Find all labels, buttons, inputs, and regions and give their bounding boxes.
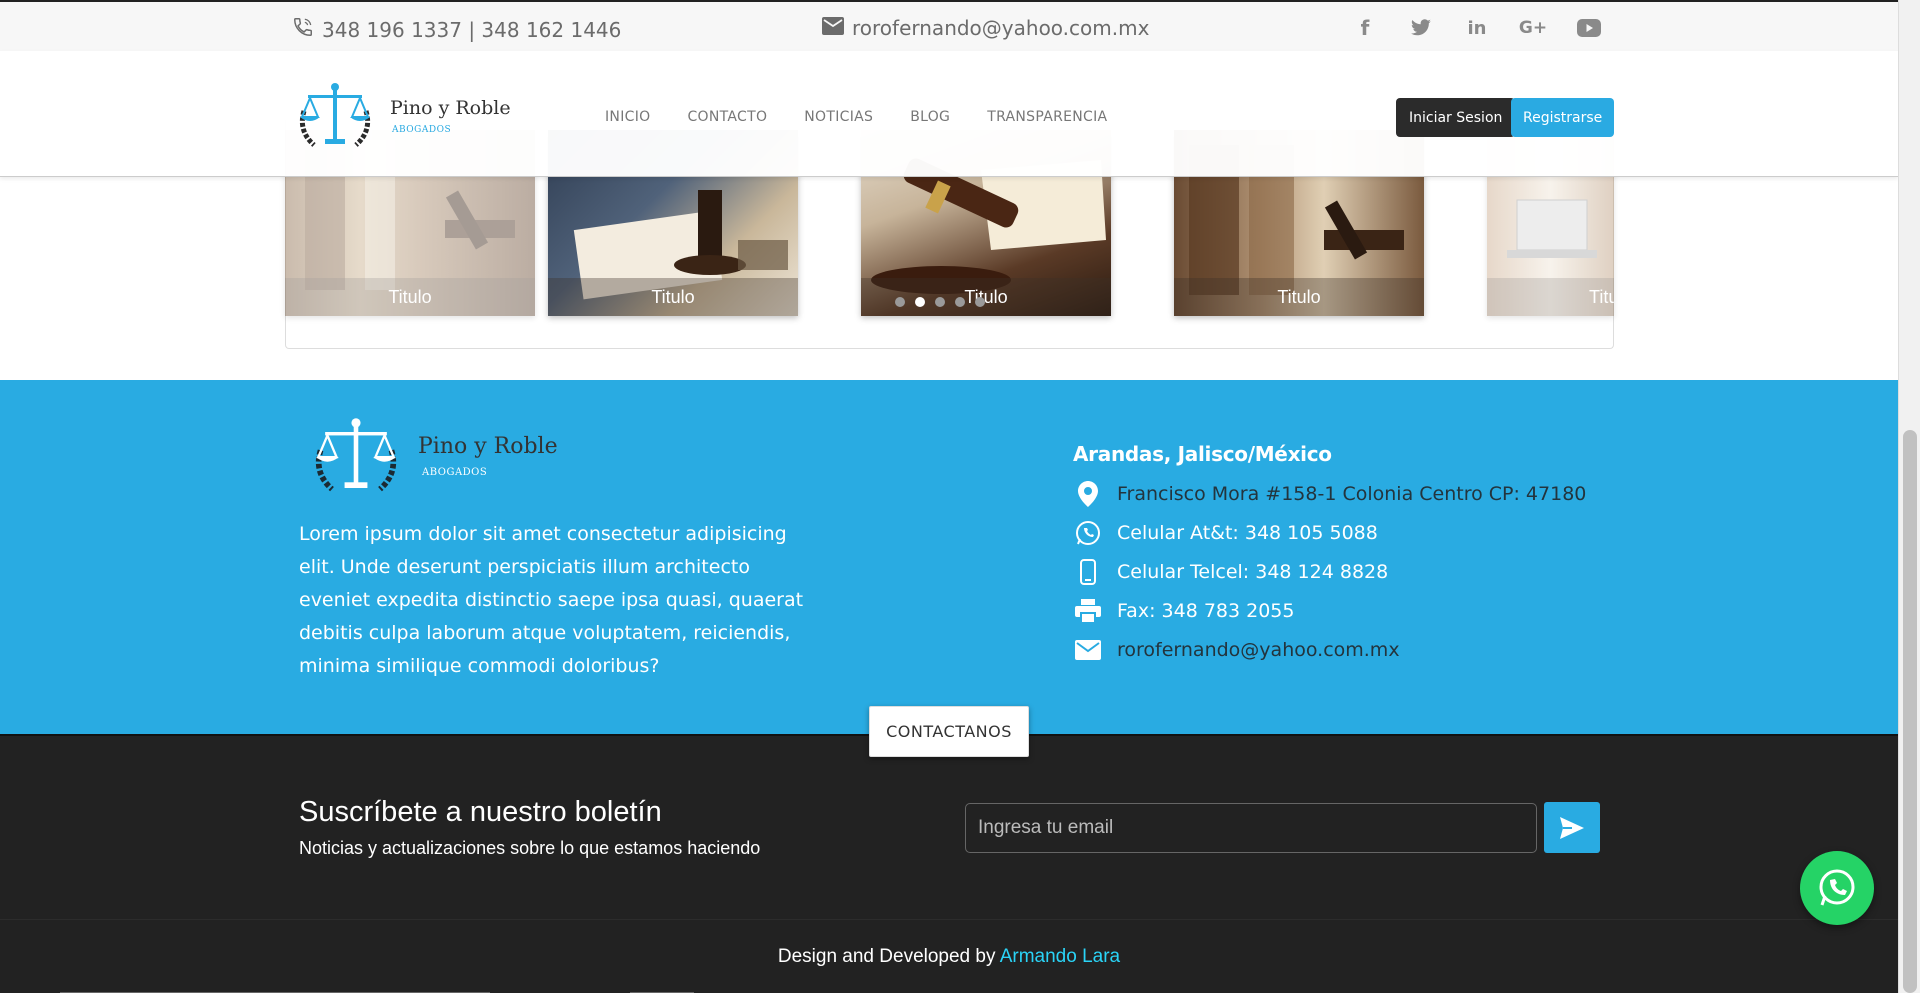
scales-of-justice-icon [299,83,371,147]
carousel-dot[interactable] [975,297,985,307]
telcel-phone: Celular Telcel: 348 124 8828 [1117,560,1389,583]
slide-title: Titulo [548,278,798,316]
phone-info: 348 196 1337 | 348 162 1446 [292,16,621,43]
newsletter-subtitle: Noticias y actualizaciones sobre lo que … [299,838,761,858]
telcel-row: Celular Telcel: 348 124 8828 [1073,552,1586,591]
carousel-dot-active[interactable] [915,297,925,307]
send-icon [1560,816,1584,839]
map-pin-icon [1073,479,1103,509]
vertical-scrollbar[interactable] [1898,0,1920,993]
about-text: Lorem ipsum dolor sit amet consectetur a… [299,523,804,677]
fax-number: Fax: 348 783 2055 [1117,599,1295,622]
carousel-dot[interactable] [935,297,945,307]
printer-icon [1073,596,1103,626]
footer-brand-name: Pino y Roble [418,434,558,459]
newsletter-section: Suscríbete a nuestro boletín Noticias y … [0,734,1898,993]
att-phone: Celular At&t: 348 105 5088 [1117,521,1378,544]
att-row: Celular At&t: 348 105 5088 [1073,513,1586,552]
nav-transparencia[interactable]: TRANSPARENCIA [987,109,1107,125]
nav-noticias[interactable]: NOTICIAS [804,109,873,125]
brand-subtitle: ABOGADOS [392,125,452,135]
mobile-phone-icon [1073,557,1103,587]
youtube-icon[interactable] [1574,14,1604,42]
email-row: rorofernando@yahoo.com.mx [1073,630,1586,669]
credit-line: Design and Developed by Armando Lara [0,946,1898,968]
newsletter-email-input[interactable] [965,803,1537,853]
phone-icon [292,16,314,43]
facebook-icon[interactable]: f [1350,14,1380,42]
carousel-indicators [895,297,985,307]
google-plus-icon[interactable]: G+ [1518,14,1548,42]
address-text: Francisco Mora #158-1 Colonia Centro CP:… [1117,482,1587,505]
newsletter-title: Suscríbete a nuestro boletín [299,796,662,828]
nav-inicio[interactable]: INICIO [605,109,650,125]
credit-prefix: Design and Developed by [777,946,1000,967]
nav-contacto[interactable]: CONTACTO [687,109,767,125]
contact-us-button[interactable]: CONTACTANOS [869,706,1029,757]
newsletter-submit-button[interactable] [1544,802,1600,853]
slide-title: Titulo [285,278,535,316]
email-address[interactable]: rorofernando@yahoo.com.mx [852,16,1149,40]
footer-divider [0,919,1898,920]
site-header: Pino y Roble ABOGADOS INICIO CONTACTO NO… [0,51,1898,177]
whatsapp-icon [1073,518,1103,548]
footer-info-section: Pino y Roble ABOGADOS Lorem ipsum dolor … [0,380,1898,734]
footer-email[interactable]: rorofernando@yahoo.com.mx [1117,639,1400,661]
login-button[interactable]: Iniciar Sesion [1396,98,1516,137]
whatsapp-float-button[interactable] [1800,851,1874,925]
brand-logo[interactable]: Pino y Roble ABOGADOS [292,81,511,151]
city-heading: Arandas, Jalisco/México [1073,442,1332,466]
whatsapp-icon [1819,869,1855,906]
register-button[interactable]: Registrarse [1511,98,1615,137]
scrollbar-thumb[interactable] [1903,430,1917,993]
envelope-icon [822,16,844,40]
top-info-bar: 348 196 1337 | 348 162 1446 rorofernando… [0,0,1898,51]
linkedin-icon[interactable]: in [1462,14,1492,42]
slide-title: Titulo [1174,278,1424,316]
twitter-icon[interactable] [1406,14,1436,42]
footer-logo: Pino y Roble ABOGADOS [306,416,558,496]
email-info[interactable]: rorofernando@yahoo.com.mx [822,16,1149,40]
brand-name: Pino y Roble [390,97,511,119]
slide-title: Titu [1487,278,1614,316]
author-link[interactable]: Armando Lara [1000,946,1120,967]
contact-list: Arandas, Jalisco/México Francisco Mora #… [1073,442,1586,669]
scales-of-justice-icon [315,418,397,492]
footer-brand-subtitle: ABOGADOS [422,467,488,478]
social-links: f in G+ [1350,14,1604,42]
nav-blog[interactable]: BLOG [910,109,950,125]
fax-row: Fax: 348 783 2055 [1073,591,1586,630]
envelope-icon [1073,635,1103,665]
main-nav: INICIO CONTACTO NOTICIAS BLOG TRANSPAREN… [605,109,1107,125]
phone-numbers: 348 196 1337 | 348 162 1446 [322,17,622,42]
address-row: Francisco Mora #158-1 Colonia Centro CP:… [1073,474,1586,513]
carousel-dot[interactable] [955,297,965,307]
carousel-dot[interactable] [895,297,905,307]
